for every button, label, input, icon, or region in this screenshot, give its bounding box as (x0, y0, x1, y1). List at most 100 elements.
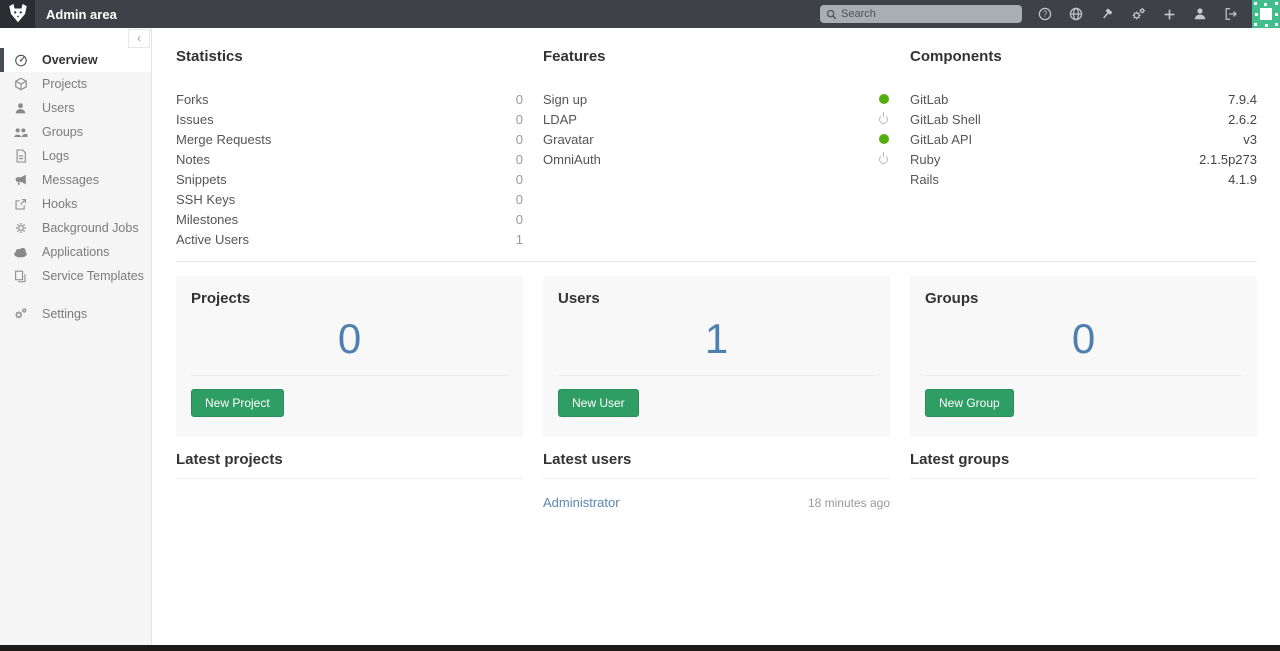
component-row: Ruby2.1.5p273 (910, 149, 1257, 169)
stat-value: 0 (516, 212, 523, 227)
cube-icon (13, 77, 28, 92)
new-group-button[interactable]: New Group (925, 389, 1014, 417)
stat-label: Issues (176, 112, 214, 127)
sidebar-item-label: Service Templates (42, 269, 144, 283)
section-divider (176, 261, 1257, 262)
latest-users-heading: Latest users (543, 451, 890, 468)
users-count-link[interactable]: 1 (558, 315, 875, 363)
sidebar: ‹ Overview Projects Users Groups (0, 28, 152, 645)
features-section: Features Sign up LDAP Gravatar OmniAuth (543, 28, 890, 249)
sidebar-item-projects[interactable]: Projects (0, 72, 151, 96)
globe-icon[interactable] (1065, 4, 1087, 24)
component-version: 2.1.5p273 (1199, 152, 1257, 167)
groups-count-link[interactable]: 0 (925, 315, 1242, 363)
search-input[interactable] (841, 8, 1016, 20)
feature-status-icon (878, 133, 890, 145)
component-version: 7.9.4 (1228, 92, 1257, 107)
sidebar-collapse-row: ‹ (0, 28, 151, 48)
stat-row: Merge Requests0 (176, 129, 523, 149)
feature-status-icon (878, 113, 890, 125)
feature-label: OmniAuth (543, 152, 601, 167)
stat-value: 0 (516, 152, 523, 167)
page-title: Admin area (46, 7, 117, 22)
count-cards-row: Projects 0 New Project Users 1 New User … (176, 276, 1257, 437)
feature-label: Sign up (543, 92, 587, 107)
sidebar-item-messages[interactable]: Messages (0, 168, 151, 192)
sidebar-item-groups[interactable]: Groups (0, 120, 151, 144)
latest-groups-section: Latest groups (910, 451, 1257, 510)
stat-row: Issues 0 (176, 109, 523, 129)
identicon-center (1260, 8, 1272, 20)
hammer-icon[interactable] (1096, 4, 1118, 24)
sidebar-item-label: Groups (42, 125, 83, 139)
sidebar-item-applications[interactable]: Applications (0, 240, 151, 264)
bullhorn-icon (13, 173, 28, 188)
sidebar-item-overview[interactable]: Overview (0, 48, 151, 72)
dashboard-icon (13, 53, 28, 68)
search-icon (826, 9, 837, 20)
sidebar-item-label: Overview (42, 53, 98, 67)
component-version: v3 (1243, 132, 1257, 147)
new-user-button[interactable]: New User (558, 389, 639, 417)
feature-row: Gravatar (543, 129, 890, 149)
identicon-dots (1254, 2, 1257, 5)
projects-count-link[interactable]: 0 (191, 315, 508, 363)
sidebar-item-settings[interactable]: Settings (0, 302, 151, 326)
sign-out-icon[interactable] (1220, 4, 1242, 24)
user-link[interactable]: Administrator (543, 495, 620, 510)
component-row: GitLab 7.9.4 (910, 89, 1257, 109)
svg-text:?: ? (1043, 10, 1048, 19)
component-label: GitLab (910, 92, 948, 107)
stat-row: Notes0 (176, 149, 523, 169)
stat-label: Active Users (176, 232, 249, 247)
sidebar-item-users[interactable]: Users (0, 96, 151, 120)
sidebar-item-logs[interactable]: Logs (0, 144, 151, 168)
cog-icon (13, 221, 28, 236)
sidebar-collapse-button[interactable]: ‹ (128, 29, 150, 48)
stat-value: 0 (516, 112, 523, 127)
sidebar-item-background-jobs[interactable]: Background Jobs (0, 216, 151, 240)
card-divider (925, 375, 1242, 376)
component-row: Rails4.1.9 (910, 169, 1257, 189)
feature-label: Gravatar (543, 132, 594, 147)
component-row: GitLab APIv3 (910, 129, 1257, 149)
sidebar-item-label: Settings (42, 307, 87, 321)
component-version: 2.6.2 (1228, 112, 1257, 127)
feature-row: OmniAuth (543, 149, 890, 169)
sidebar-item-service-templates[interactable]: Service Templates (0, 264, 151, 288)
stat-label: Snippets (176, 172, 227, 187)
gears-icon[interactable] (1127, 4, 1149, 24)
users-card: Users 1 New User (543, 276, 890, 437)
sidebar-item-label: Users (42, 101, 75, 115)
sidebar-item-label: Projects (42, 77, 87, 91)
cloud-icon (13, 245, 28, 260)
external-link-icon (13, 197, 28, 212)
stat-row: Snippets 0 (176, 169, 523, 189)
sidebar-item-hooks[interactable]: Hooks (0, 192, 151, 216)
stat-label: Forks (176, 92, 209, 107)
sidebar-item-label: Logs (42, 149, 69, 163)
component-label: Rails (910, 172, 939, 187)
user-created-time: 18 minutes ago (808, 496, 890, 510)
latest-user-row: Administrator 18 minutes ago (543, 479, 890, 510)
statistics-heading: Statistics (176, 48, 523, 65)
sidebar-fill (0, 326, 151, 645)
stat-row: Active Users 1 (176, 229, 523, 249)
help-icon[interactable]: ? (1034, 4, 1056, 24)
user-avatar[interactable] (1252, 0, 1280, 28)
copy-icon (13, 269, 28, 284)
search-box[interactable] (820, 5, 1022, 23)
card-divider (558, 375, 875, 376)
stat-value: 1 (516, 232, 523, 247)
components-heading: Components (910, 48, 1257, 65)
new-project-button[interactable]: New Project (191, 389, 284, 417)
gitlab-logo[interactable] (0, 0, 35, 28)
components-section: Components GitLab7.9.4 GitLab Shell2.6.2… (910, 28, 1257, 249)
plus-icon[interactable] (1158, 4, 1180, 24)
stat-value: 0 (516, 172, 523, 187)
latest-divider (910, 478, 1257, 479)
statistics-section: Statistics Forks 0 Issues 0 Merge Requests… (176, 28, 523, 249)
latest-row: Latest projects Latest users Administrat… (176, 451, 1257, 510)
feature-label: LDAP (543, 112, 577, 127)
user-icon[interactable] (1189, 4, 1211, 24)
